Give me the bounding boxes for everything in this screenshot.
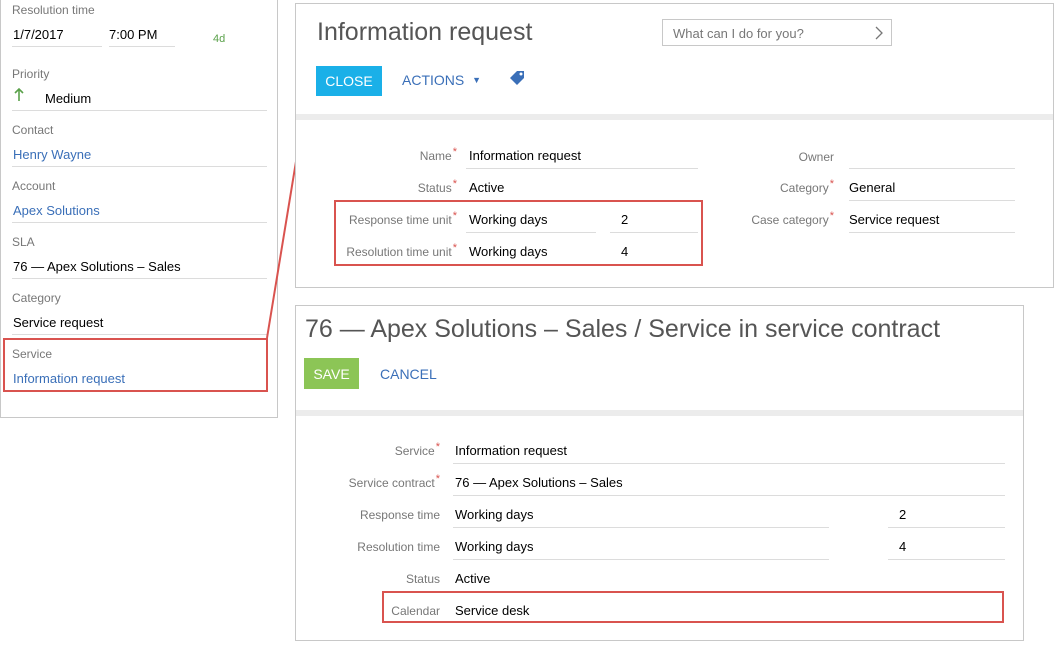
tag-icon[interactable]	[510, 70, 525, 90]
actions-button[interactable]: ACTIONS ▼	[402, 72, 481, 88]
field-value[interactable]: Active	[455, 571, 490, 586]
field-label: Name*	[419, 146, 457, 163]
time-units-highlight-box	[334, 200, 703, 266]
field-label: Status	[405, 572, 440, 586]
calendar-highlight-box	[382, 591, 1004, 623]
search-placeholder: What can I do for you?	[673, 26, 804, 41]
field-value[interactable]: Active	[469, 180, 504, 195]
page-title: Information request	[317, 18, 533, 46]
command-search-input[interactable]: What can I do for you?	[662, 19, 892, 46]
field-value[interactable]: Service request	[849, 212, 939, 227]
field-label: Category*	[780, 178, 834, 195]
field-value[interactable]: Working days	[455, 507, 534, 522]
field-label: Service contract*	[348, 473, 440, 490]
save-button[interactable]: SAVE	[304, 358, 359, 389]
field-value[interactable]: 76 — Apex Solutions – Sales	[455, 475, 623, 490]
field-label: Owner	[798, 150, 834, 164]
cancel-button[interactable]: CANCEL	[380, 366, 437, 382]
field-number[interactable]: 2	[899, 507, 906, 522]
field-value[interactable]: Working days	[455, 539, 534, 554]
card-title: 76 — Apex Solutions – Sales / Service in…	[305, 315, 941, 343]
field-label: Case category*	[751, 210, 834, 227]
field-value[interactable]: Information request	[469, 148, 581, 163]
field-label: Response time	[359, 508, 440, 522]
close-button[interactable]: CLOSE	[316, 66, 382, 96]
field-label: Status*	[417, 178, 457, 195]
chevron-right-icon[interactable]	[875, 26, 883, 45]
field-value[interactable]: Information request	[455, 443, 567, 458]
field-label: Service*	[394, 441, 440, 458]
field-label: Resolution time	[357, 540, 440, 554]
field-number[interactable]: 4	[899, 539, 906, 554]
field-value[interactable]: General	[849, 180, 895, 195]
caret-down-icon: ▼	[472, 75, 482, 85]
actions-label: ACTIONS	[402, 72, 465, 88]
